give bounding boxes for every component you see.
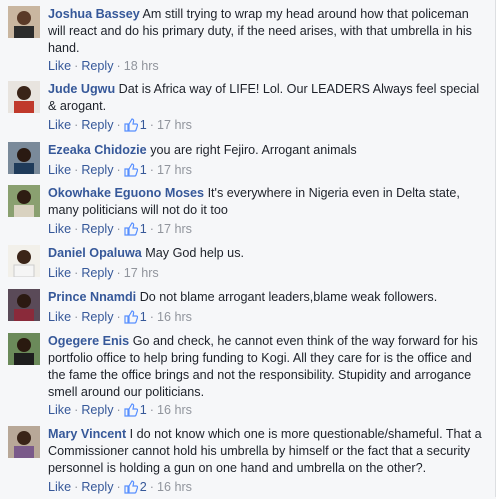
comment-body: Mary Vincent I do not know which one is … [48,426,488,477]
comment-body: Ezeaka Chidozie you are right Fejiro. Ar… [48,142,488,159]
comment-text: you are right Fejiro. Arrogant animals [150,143,357,157]
like-count-icon [124,403,138,422]
like-button[interactable]: Like [48,403,71,417]
comment-body: Jude Ugwu Dat is Africa way of LIFE! Lol… [48,81,488,115]
reply-button[interactable]: Reply [81,266,113,280]
like-count[interactable]: 1 [140,163,147,177]
comment-body: Daniel Opaluwa May God help us. [48,245,488,262]
like-count-icon [124,480,138,499]
like-button[interactable]: Like [48,310,71,324]
avatar[interactable] [8,426,40,458]
avatar[interactable] [8,185,40,217]
commenter-name[interactable]: Ezeaka Chidozie [48,143,147,157]
like-count[interactable]: 1 [140,310,147,324]
comment-body: Ogegere Enis Go and check, he cannot eve… [48,333,488,401]
avatar[interactable] [8,81,40,113]
reply-button[interactable]: Reply [81,118,113,132]
comment-body: Prince Nnamdi Do not blame arrogant lead… [48,289,488,306]
comment-actions: Like · Reply · 1 · 17 hrs [48,162,192,182]
like-count-icon [124,163,138,182]
comment-actions: Like · Reply · 1 · 17 hrs [48,221,192,241]
like-count[interactable]: 1 [140,222,147,236]
like-count[interactable]: 1 [140,403,147,417]
timestamp[interactable]: 18 hrs [124,59,159,73]
commenter-name[interactable]: Jude Ugwu [48,82,115,96]
like-count-icon [124,222,138,241]
like-count[interactable]: 2 [140,480,147,494]
like-count-icon [124,310,138,329]
avatar[interactable] [8,289,40,321]
comment-body: Okowhake Eguono Moses It's everywhere in… [48,185,488,219]
comment-text: Do not blame arrogant leaders,blame weak… [139,290,438,304]
comment-actions: Like · Reply · 2 · 16 hrs [48,479,192,499]
commenter-name[interactable]: Prince Nnamdi [48,290,136,304]
timestamp[interactable]: 17 hrs [124,266,159,280]
timestamp[interactable]: 17 hrs [157,118,192,132]
like-button[interactable]: Like [48,480,71,494]
comment-list: Joshua Bassey Am still trying to wrap my… [0,0,496,497]
like-button[interactable]: Like [48,266,71,280]
like-count[interactable]: 1 [140,118,147,132]
reply-button[interactable]: Reply [81,480,113,494]
reply-button[interactable]: Reply [81,403,113,417]
comment-actions: Like · Reply · 1 · 16 hrs [48,402,192,422]
like-button[interactable]: Like [48,163,71,177]
timestamp[interactable]: 16 hrs [157,310,192,324]
avatar[interactable] [8,245,40,277]
like-button[interactable]: Like [48,59,71,73]
reply-button[interactable]: Reply [81,163,113,177]
like-button[interactable]: Like [48,118,71,132]
reply-button[interactable]: Reply [81,310,113,324]
reply-button[interactable]: Reply [81,59,113,73]
like-button[interactable]: Like [48,222,71,236]
comment-actions: Like · Reply · 17 hrs [48,266,159,280]
avatar[interactable] [8,333,40,365]
comment-text: May God help us. [145,246,244,260]
reply-button[interactable]: Reply [81,222,113,236]
commenter-name[interactable]: Okowhake Eguono Moses [48,186,204,200]
commenter-name[interactable]: Daniel Opaluwa [48,246,142,260]
commenter-name[interactable]: Mary Vincent [48,427,126,441]
comment-actions: Like · Reply · 1 · 17 hrs [48,117,192,137]
avatar[interactable] [8,142,40,174]
comment-body: Joshua Bassey Am still trying to wrap my… [48,6,488,57]
comment-actions: Like · Reply · 1 · 16 hrs [48,309,192,329]
commenter-name[interactable]: Ogegere Enis [48,334,129,348]
like-count-icon [124,118,138,137]
commenter-name[interactable]: Joshua Bassey [48,7,140,21]
timestamp[interactable]: 16 hrs [157,403,192,417]
timestamp[interactable]: 16 hrs [157,480,192,494]
timestamp[interactable]: 17 hrs [157,222,192,236]
comment-actions: Like · Reply · 18 hrs [48,59,159,73]
timestamp[interactable]: 17 hrs [157,163,192,177]
avatar[interactable] [8,6,40,38]
